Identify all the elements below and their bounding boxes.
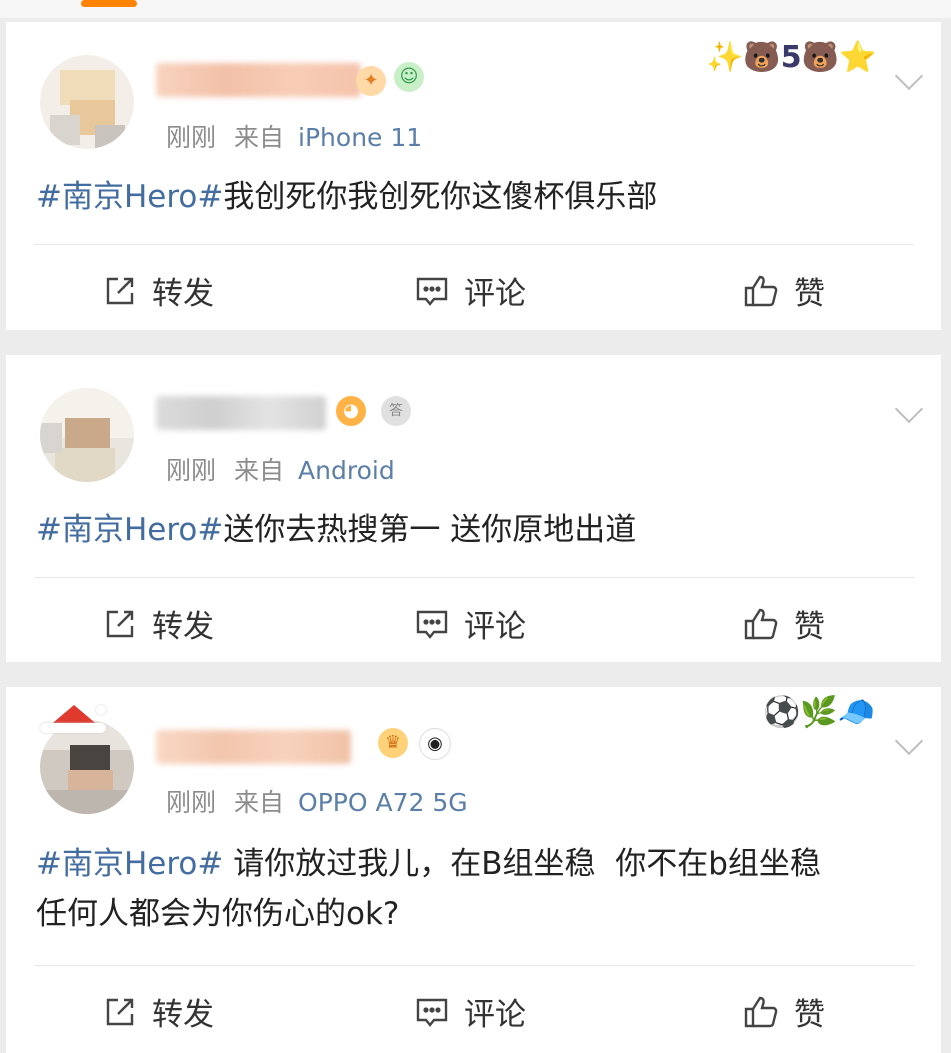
comment-button[interactable]: 评论 [414,268,526,313]
divider [34,965,914,966]
like-label: 赞 [794,997,825,1033]
repost-button[interactable]: 转发 [102,601,214,646]
like-icon [744,608,778,639]
post-meta: 刚刚 来自 Android [166,451,395,487]
comment-icon [416,277,448,306]
repost-label: 转发 [152,997,214,1033]
post-body: 请你放过我儿，在B组坐稳 你不在b组坐稳 [223,846,821,882]
comment-icon [416,998,448,1027]
repost-label: 转发 [152,609,214,645]
comment-label: 评论 [464,997,526,1033]
post-card[interactable]: ♛ ◉ ⚽🌿🧢 刚刚 来自 OPPO A72 5G #南京Hero# 请你放过我儿，… [6,687,941,1053]
post-text: #南京Hero#送你去热搜第一 送你原地出道 [36,505,916,555]
comment-icon [416,610,448,639]
panda-icon: ◉ [419,728,451,760]
post-card[interactable]: ◕ 答 刚刚 来自 Android #南京Hero#送你去热搜第一 送你原地出道 转… [6,355,941,662]
repost-icon [106,277,134,304]
post-body: 我创死你我创死你这傻杯俱乐部 [223,179,658,215]
post-body: 送你去热搜第一 送你原地出道 [223,512,637,548]
post-meta: 刚刚 来自 iPhone 11 [166,118,422,154]
source-prefix: 来自 [234,788,285,817]
comment-button[interactable]: 评论 [414,989,526,1034]
hashtag-link[interactable]: #南京Hero# [36,179,223,215]
post-body-line2: 任何人都会为你伤心的ok? [36,896,400,932]
source-prefix: 来自 [234,123,285,152]
bear-sticker-icon: ✨🐻5🐻⭐ [706,40,877,75]
chevron-down-icon[interactable] [894,726,924,756]
post-time: 刚刚 [166,456,217,485]
device-name[interactable]: OPPO A72 5G [298,788,468,817]
fish-badge-icon: ◕ [336,396,366,426]
avatar[interactable] [40,388,134,482]
medal-badge-icon: 答 [381,396,411,426]
post-text: #南京Hero# 请你放过我儿，在B组坐稳 你不在b组坐稳 任何人都会为你伤心的… [36,839,916,939]
hashtag-link[interactable]: #南京Hero# [36,846,223,882]
like-button[interactable]: 赞 [742,989,825,1034]
username-blurred[interactable] [156,63,361,97]
chevron-down-icon[interactable] [894,394,924,424]
device-name[interactable]: Android [298,456,395,485]
like-label: 赞 [794,609,825,645]
avatar-pendant-icon: ☺ [394,62,424,92]
divider [34,577,914,578]
cartoon-sticker-icon: ⚽🌿🧢 [763,695,876,730]
like-icon [744,275,778,306]
like-button[interactable]: 赞 [742,268,825,313]
device-name[interactable]: iPhone 11 [298,123,422,152]
like-button[interactable]: 赞 [742,601,825,646]
active-tab-indicator [81,0,137,7]
comment-label: 评论 [464,609,526,645]
top-tab-bar [0,0,951,18]
post-card[interactable]: ✦ ☺ ✨🐻5🐻⭐ 刚刚 来自 iPhone 11 #南京Hero#我创死你我创死你… [6,22,941,330]
repost-button[interactable]: 转发 [102,989,214,1034]
repost-label: 转发 [152,276,214,312]
santa-hat-icon [40,705,110,733]
post-meta: 刚刚 来自 OPPO A72 5G [166,783,468,819]
comment-button[interactable]: 评论 [414,601,526,646]
repost-icon [106,998,134,1025]
comment-label: 评论 [464,276,526,312]
hashtag-link[interactable]: #南京Hero# [36,512,223,548]
repost-icon [106,610,134,637]
avatar[interactable] [40,55,134,149]
avatar[interactable] [40,720,134,814]
vip-badge-icon: ✦ [356,66,386,96]
username-blurred[interactable] [156,730,351,764]
like-icon [744,996,778,1027]
crown-badge-icon: ♛ [378,728,408,758]
post-time: 刚刚 [166,788,217,817]
repost-button[interactable]: 转发 [102,268,214,313]
divider [34,244,914,245]
source-prefix: 来自 [234,456,285,485]
like-label: 赞 [794,276,825,312]
post-time: 刚刚 [166,123,217,152]
post-text: #南京Hero#我创死你我创死你这傻杯俱乐部 [36,172,916,222]
username-blurred[interactable] [156,396,326,430]
chevron-down-icon[interactable] [894,61,924,91]
